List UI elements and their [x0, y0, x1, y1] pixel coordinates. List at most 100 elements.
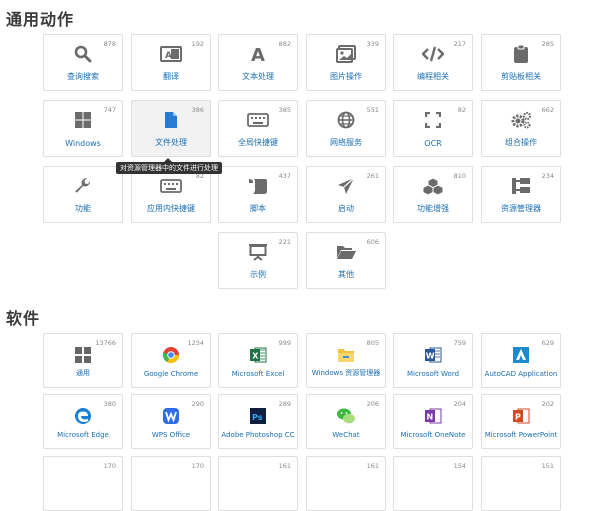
- file-icon: [132, 109, 210, 131]
- tile-keyboard[interactable]: 385 全局快捷键: [218, 100, 298, 157]
- tile-wps[interactable]: 290 WPS Office: [131, 394, 211, 449]
- word-icon: W: [394, 344, 472, 366]
- tile-label: 组合操作: [505, 138, 537, 147]
- tile-presentation[interactable]: 221 示例: [218, 232, 298, 289]
- tile-label: Microsoft Excel: [231, 370, 285, 378]
- tile-send[interactable]: 261 启动: [306, 166, 386, 223]
- cogs-icon: [482, 109, 560, 131]
- tile-windows[interactable]: 747 Windows: [43, 100, 123, 157]
- tile-label: Google Chrome: [143, 370, 199, 378]
- tile-translate[interactable]: 192 A 翻译: [131, 34, 211, 91]
- text-icon: A: [219, 43, 297, 65]
- svg-text:A: A: [251, 45, 265, 63]
- tile-onenote[interactable]: 204 N Microsoft OneNote: [393, 394, 473, 449]
- tile-label: Microsoft PowerPoint: [484, 431, 558, 439]
- tile-label: Windows 资源管理器: [311, 369, 381, 377]
- wps-icon: [132, 405, 210, 427]
- tile-tree[interactable]: 234 资源管理器: [481, 166, 561, 223]
- explorer-icon: [307, 344, 385, 366]
- tile-empty[interactable]: 170: [131, 456, 211, 511]
- svg-text:P: P: [515, 413, 521, 422]
- tile-edge[interactable]: 380 Microsoft Edge: [43, 394, 123, 449]
- tile-globe[interactable]: 551 网络服务: [306, 100, 386, 157]
- svg-text:Ps: Ps: [252, 413, 263, 422]
- placeholder-icon: [132, 467, 210, 489]
- tile-label: 脚本: [250, 204, 266, 213]
- clipboard-icon: [482, 43, 560, 65]
- tile-label: Microsoft Word: [406, 370, 460, 378]
- tile-label: 图片操作: [330, 72, 362, 81]
- tile-empty[interactable]: 161: [306, 456, 386, 511]
- send-icon: [307, 175, 385, 197]
- tile-search[interactable]: 878 查询搜索: [43, 34, 123, 91]
- onenote-icon: N: [394, 405, 472, 427]
- tile-empty[interactable]: 170: [43, 456, 123, 511]
- wechat-icon: [307, 405, 385, 427]
- tile-label: WPS Office: [151, 431, 191, 439]
- tile-label: 应用内快捷键: [147, 204, 195, 213]
- autocad-icon: [482, 344, 560, 366]
- tile-label: Windows: [65, 139, 101, 148]
- tile-script[interactable]: 437 脚本: [218, 166, 298, 223]
- tile-excel[interactable]: 999 X Microsoft Excel: [218, 333, 298, 388]
- tile-label: OCR: [424, 139, 442, 148]
- tree-icon: [482, 175, 560, 197]
- svg-text:W: W: [426, 352, 435, 361]
- tile-powerpoint[interactable]: 202 P Microsoft PowerPoint: [481, 394, 561, 449]
- placeholder-icon: [394, 467, 472, 489]
- tile-label: Microsoft OneNote: [400, 431, 466, 439]
- tile-label: Adobe Photoshop CC: [221, 431, 295, 439]
- tile-photoshop[interactable]: 289 Ps Adobe Photoshop CC: [218, 394, 298, 449]
- tile-label: 功能增强: [417, 204, 449, 213]
- edge-icon: [44, 405, 122, 427]
- tile-label: 剪贴板相关: [501, 72, 541, 81]
- tile-chrome[interactable]: 1234 Google Chrome: [131, 333, 211, 388]
- tile-label: 通用: [76, 369, 90, 377]
- tile-cogs[interactable]: 662 组合操作: [481, 100, 561, 157]
- powerpoint-icon: P: [482, 405, 560, 427]
- placeholder-icon: [307, 467, 385, 489]
- grid-icon: [44, 344, 122, 366]
- tile-grid[interactable]: 13766 通用: [43, 333, 123, 388]
- ocr-icon: [394, 109, 472, 131]
- tile-wrench[interactable]: 功能: [43, 166, 123, 223]
- tile-cubes[interactable]: 810 功能增强: [393, 166, 473, 223]
- tile-label: 文件处理: [155, 138, 187, 147]
- photoshop-icon: Ps: [219, 405, 297, 427]
- tile-wechat[interactable]: 206 WeChat: [306, 394, 386, 449]
- tile-grid: 878 查询搜索 192 A 翻译 882 A 文本处理 339 图片操作 217 编程相关 285 剪贴…: [0, 0, 600, 511]
- tile-empty[interactable]: 154: [393, 456, 473, 511]
- tile-label: 示例: [250, 270, 266, 279]
- placeholder-icon: [44, 467, 122, 489]
- placeholder-icon: [219, 467, 297, 489]
- tile-label: 翻译: [163, 72, 179, 81]
- windows-icon: [44, 109, 122, 131]
- tile-ocr[interactable]: 82 OCR: [393, 100, 473, 157]
- tile-label: 编程相关: [417, 72, 449, 81]
- tile-autocad[interactable]: 629 AutoCAD Application: [481, 333, 561, 388]
- tile-image[interactable]: 339 图片操作: [306, 34, 386, 91]
- svg-text:X: X: [252, 352, 259, 361]
- keyboard-icon: [219, 109, 297, 131]
- tile-label: WeChat: [332, 431, 360, 439]
- tile-label: 文本处理: [242, 72, 274, 81]
- tile-file[interactable]: 386 文件处理: [131, 100, 211, 157]
- script-icon: [219, 175, 297, 197]
- tile-label: 启动: [338, 204, 354, 213]
- tile-explorer[interactable]: 805 Windows 资源管理器: [306, 333, 386, 388]
- tile-label: 资源管理器: [501, 204, 541, 213]
- tile-text[interactable]: 882 A 文本处理: [218, 34, 298, 91]
- excel-icon: X: [219, 344, 297, 366]
- keyboard-icon: [132, 175, 210, 197]
- svg-text:N: N: [427, 413, 434, 422]
- tile-word[interactable]: 759 W Microsoft Word: [393, 333, 473, 388]
- tile-empty[interactable]: 161: [218, 456, 298, 511]
- tile-keyboard[interactable]: 82 应用内快捷键: [131, 166, 211, 223]
- image-icon: [307, 43, 385, 65]
- translate-icon: A: [132, 43, 210, 65]
- tile-clipboard[interactable]: 285 剪贴板相关: [481, 34, 561, 91]
- tile-code[interactable]: 217 编程相关: [393, 34, 473, 91]
- tile-folder-open[interactable]: 606 其他: [306, 232, 386, 289]
- tile-empty[interactable]: 151: [481, 456, 561, 511]
- placeholder-icon: [482, 467, 560, 489]
